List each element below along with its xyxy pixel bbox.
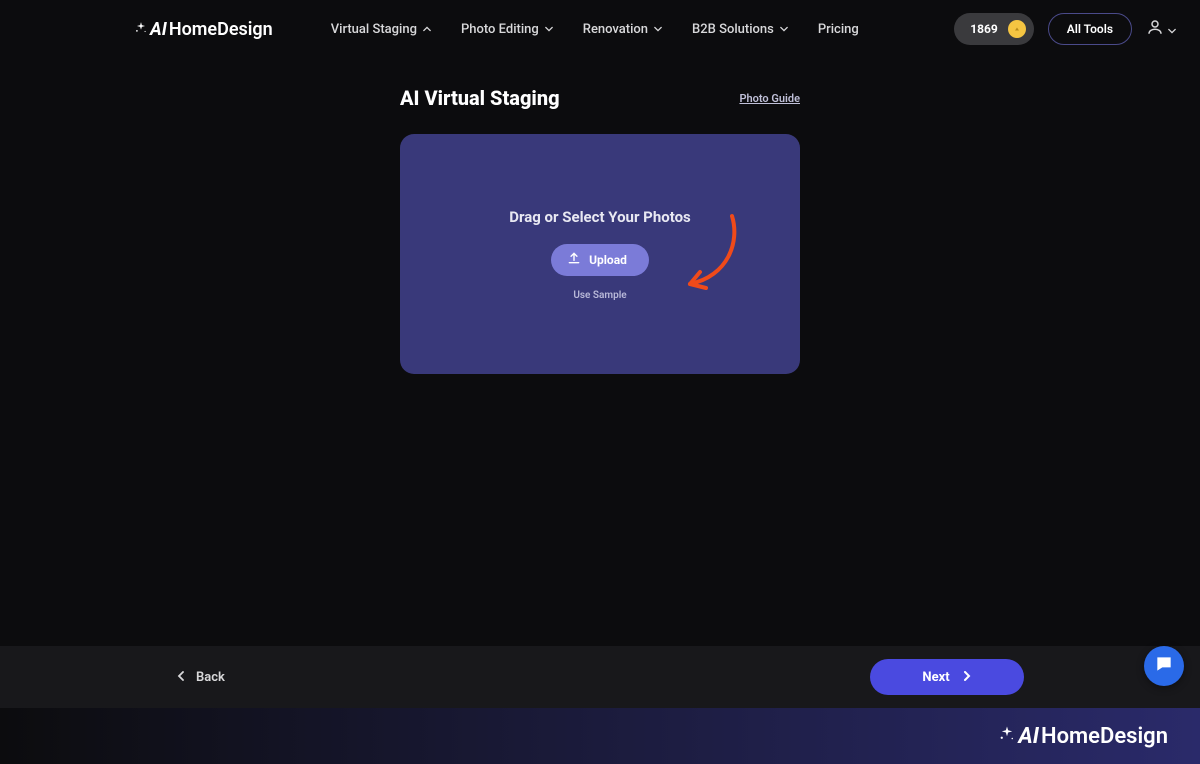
- brand-text-name: HomeDesign: [1041, 724, 1168, 749]
- annotation-arrow-icon: [680, 212, 744, 304]
- nav-photo-editing[interactable]: Photo Editing: [461, 22, 553, 37]
- nav-b2b-solutions[interactable]: B2B Solutions: [692, 22, 788, 37]
- back-label: Back: [196, 670, 225, 685]
- user-icon: [1146, 18, 1164, 40]
- next-label: Next: [922, 670, 949, 685]
- nav-label: B2B Solutions: [692, 22, 774, 37]
- header: AI HomeDesign Virtual Staging Photo Edit…: [0, 0, 1200, 58]
- nav-pricing[interactable]: Pricing: [818, 22, 859, 37]
- chevron-down-icon: [780, 22, 788, 37]
- chevron-down-icon: [1168, 20, 1176, 39]
- upload-button[interactable]: Upload: [551, 244, 649, 276]
- chevron-up-icon: [423, 22, 431, 37]
- all-tools-button[interactable]: All Tools: [1048, 13, 1132, 45]
- main-content: AI Virtual Staging Photo Guide Drag or S…: [0, 58, 1200, 646]
- upload-heading: Drag or Select Your Photos: [509, 208, 691, 226]
- credits-count: 1869: [970, 22, 998, 36]
- next-button[interactable]: Next: [870, 659, 1024, 695]
- upload-icon: [567, 251, 581, 268]
- logo[interactable]: AI HomeDesign: [134, 19, 273, 40]
- brand-logo: AI HomeDesign: [998, 724, 1168, 749]
- page-title: AI Virtual Staging: [400, 86, 560, 110]
- sparkle-icon: [134, 19, 148, 40]
- coin-icon: [1008, 20, 1026, 38]
- nav: Virtual Staging Photo Editing Renovation…: [331, 22, 859, 37]
- nav-label: Pricing: [818, 22, 859, 37]
- chevron-down-icon: [545, 22, 553, 37]
- use-sample-link[interactable]: Use Sample: [573, 290, 626, 301]
- nav-label: Photo Editing: [461, 22, 539, 37]
- nav-label: Virtual Staging: [331, 22, 417, 37]
- photo-guide-link[interactable]: Photo Guide: [739, 92, 800, 105]
- header-right: 1869 All Tools: [954, 13, 1176, 45]
- title-row: AI Virtual Staging Photo Guide: [400, 86, 800, 110]
- upload-panel[interactable]: Drag or Select Your Photos Upload Use Sa…: [400, 134, 800, 374]
- brand-text-ai: AI: [1018, 724, 1039, 749]
- sparkle-icon: [998, 724, 1016, 749]
- chat-bubble-button[interactable]: [1144, 646, 1184, 686]
- chat-icon: [1154, 654, 1174, 678]
- logo-text-ai: AI: [150, 19, 167, 40]
- nav-label: Renovation: [583, 22, 648, 37]
- logo-text-brand: HomeDesign: [169, 19, 273, 40]
- upload-button-label: Upload: [589, 253, 627, 267]
- nav-renovation[interactable]: Renovation: [583, 22, 662, 37]
- footer-bar: Back Next: [0, 646, 1200, 708]
- brand-strip: AI HomeDesign: [0, 708, 1200, 764]
- credits-pill[interactable]: 1869: [954, 13, 1034, 45]
- nav-virtual-staging[interactable]: Virtual Staging: [331, 22, 431, 37]
- chevron-right-icon: [962, 670, 972, 685]
- chevron-left-icon: [176, 670, 186, 685]
- all-tools-label: All Tools: [1067, 22, 1113, 36]
- chevron-down-icon: [654, 22, 662, 37]
- user-menu[interactable]: [1146, 18, 1176, 40]
- back-button[interactable]: Back: [176, 670, 225, 685]
